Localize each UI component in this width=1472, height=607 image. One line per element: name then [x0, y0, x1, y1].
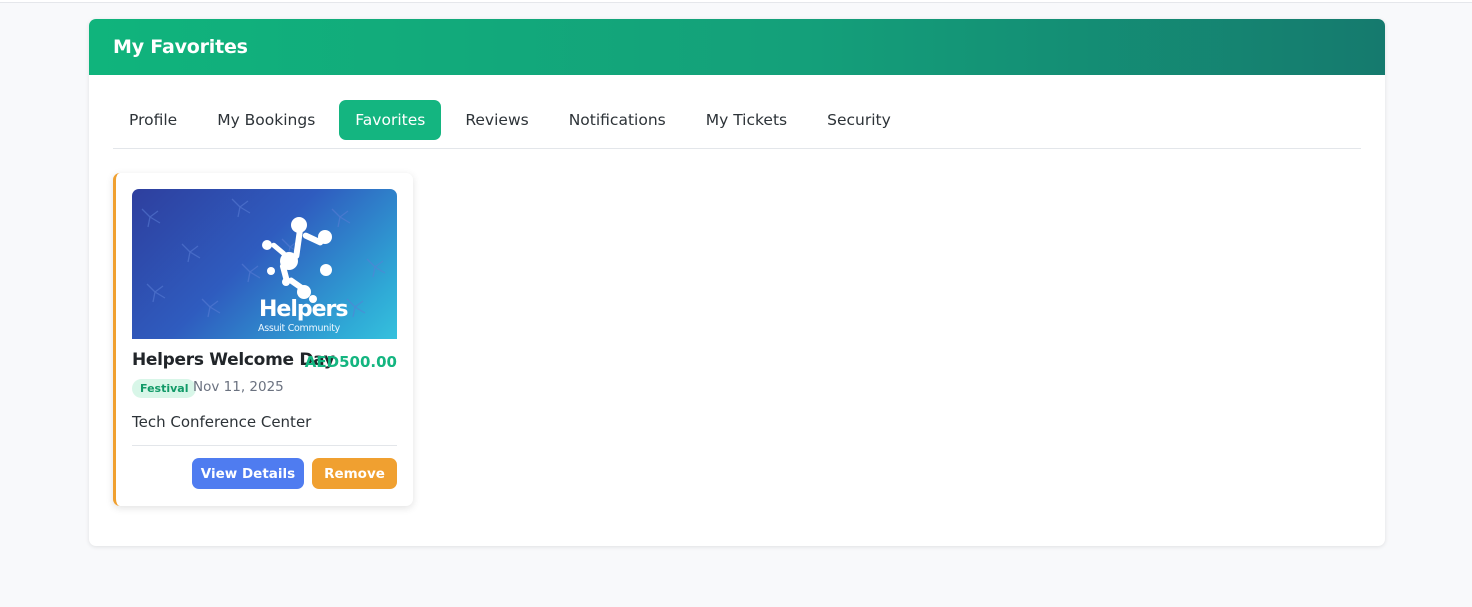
- favorite-event-card: Helpers Assuit Community Helpers Welcome…: [113, 173, 413, 506]
- tab-profile[interactable]: Profile: [113, 100, 193, 140]
- top-divider: [0, 0, 1472, 3]
- account-tabs: Profile My Bookings Favorites Reviews No…: [113, 100, 1361, 149]
- tab-favorites[interactable]: Favorites: [339, 100, 442, 140]
- card-divider: [132, 445, 397, 446]
- tab-my-bookings[interactable]: My Bookings: [201, 100, 331, 140]
- event-image[interactable]: Helpers Assuit Community: [132, 189, 397, 339]
- event-brand-name: Helpers: [259, 297, 348, 322]
- category-badge: Festival: [132, 379, 197, 398]
- tab-my-tickets[interactable]: My Tickets: [690, 100, 803, 140]
- panel-header: My Favorites: [89, 19, 1385, 75]
- page-title: My Favorites: [113, 36, 248, 58]
- view-details-button[interactable]: View Details: [192, 458, 304, 489]
- remove-favorite-button[interactable]: Remove: [312, 458, 397, 489]
- favorites-panel: My Favorites Profile My Bookings Favorit…: [89, 19, 1385, 546]
- event-brand-tagline: Assuit Community: [258, 323, 340, 334]
- tab-reviews[interactable]: Reviews: [449, 100, 544, 140]
- tab-notifications[interactable]: Notifications: [553, 100, 682, 140]
- tab-security[interactable]: Security: [811, 100, 907, 140]
- event-price: AED500.00: [304, 353, 397, 371]
- event-venue: Tech Conference Center: [132, 413, 312, 431]
- event-date: Nov 11, 2025: [193, 379, 284, 395]
- molecule-logo-icon: [262, 217, 332, 303]
